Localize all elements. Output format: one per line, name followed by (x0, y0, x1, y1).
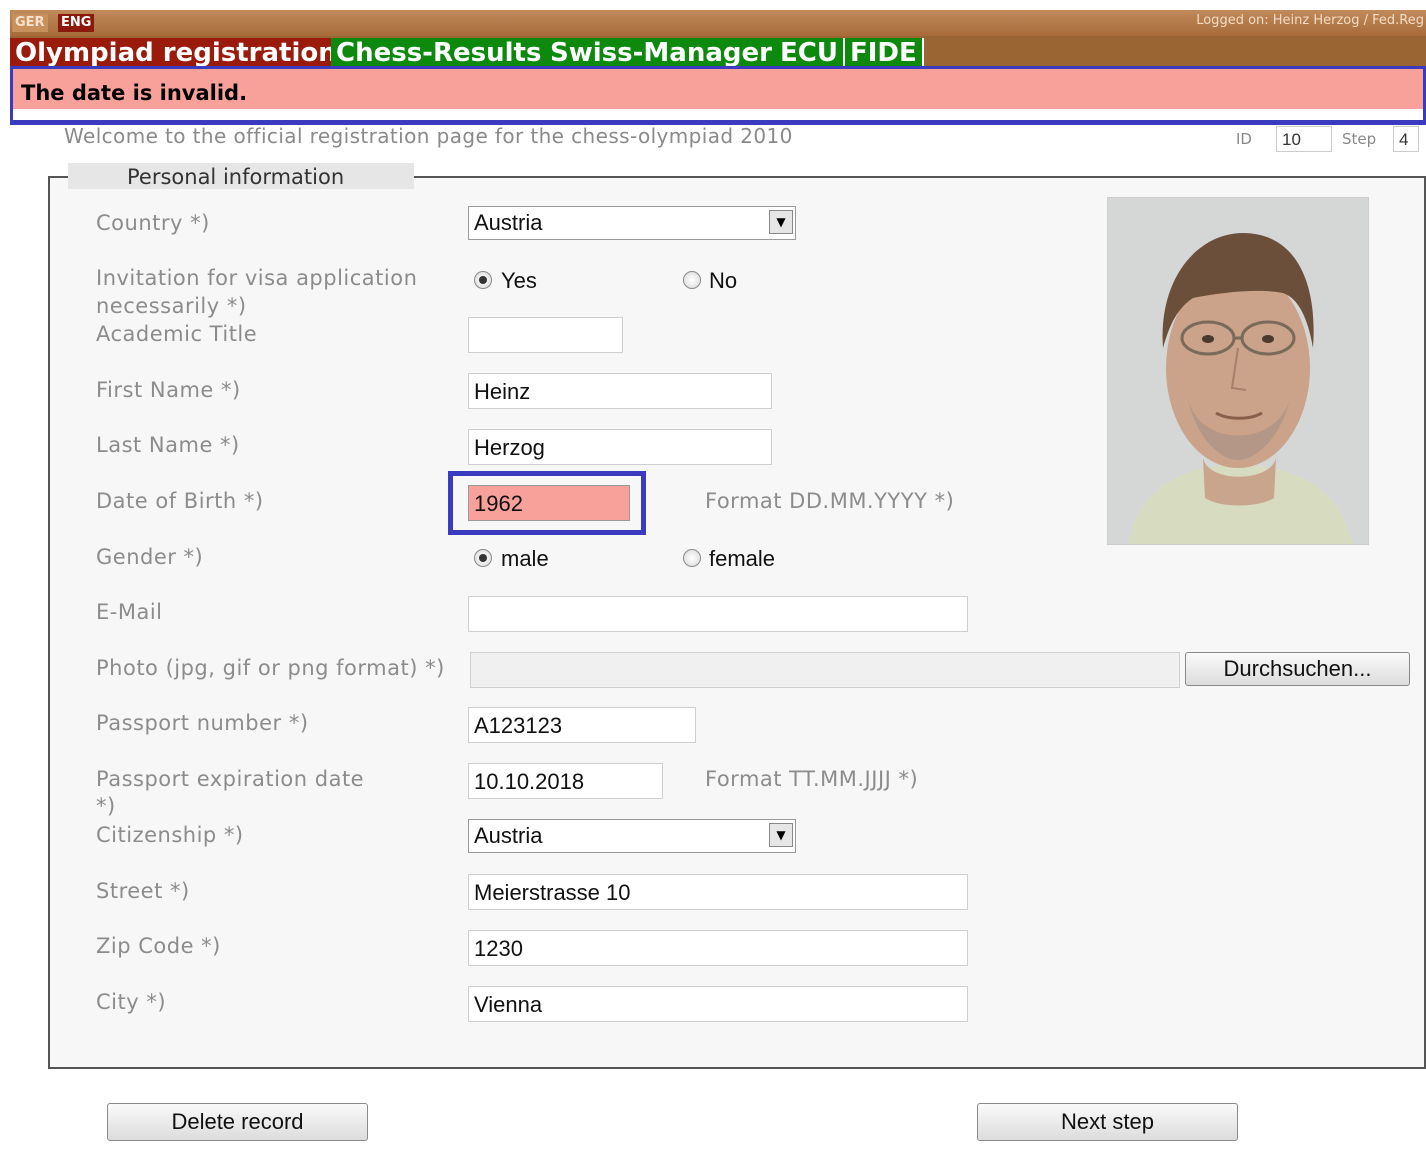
gender-male-radio[interactable] (474, 549, 492, 567)
nav-olympiad-registration[interactable]: Olympiad registration (10, 38, 344, 68)
first-name-input[interactable]: Heinz (468, 373, 772, 409)
lang-ger-link[interactable]: GER (12, 14, 48, 32)
dob-input[interactable]: 1962 (468, 485, 630, 521)
first-name-label: First Name *) (96, 378, 241, 402)
visa-label: Invitation for visa application (96, 266, 418, 290)
delete-record-button[interactable]: Delete record (107, 1103, 368, 1141)
visa-no-label: No (709, 268, 738, 293)
gender-female-radio[interactable] (683, 549, 701, 567)
academic-title-input[interactable] (468, 317, 623, 353)
country-value: Austria (474, 210, 543, 235)
citizenship-value: Austria (474, 823, 543, 848)
lang-eng-link[interactable]: ENG (58, 14, 95, 32)
dob-format-hint: Format DD.MM.YYYY *) (705, 489, 955, 513)
visa-yes-label: Yes (501, 268, 537, 293)
section-title: Personal information (68, 163, 414, 189)
user-photo (1107, 197, 1369, 545)
id-field: 10 (1276, 126, 1332, 152)
email-input[interactable] (468, 596, 968, 632)
email-label: E-Mail (96, 600, 163, 624)
zip-label: Zip Code *) (96, 934, 221, 958)
passport-exp-format-hint: Format TT.MM.JJJJ *) (705, 767, 919, 791)
dob-label: Date of Birth *) (96, 489, 264, 513)
academic-title-label: Academic Title (96, 322, 258, 346)
step-label: Step (1342, 130, 1377, 148)
gender-female-label: female (709, 546, 776, 571)
street-input[interactable]: Meierstrasse 10 (468, 874, 968, 910)
passport-number-input[interactable]: A123123 (468, 707, 696, 743)
passport-exp-input[interactable]: 10.10.2018 (468, 763, 663, 799)
last-name-input[interactable]: Herzog (468, 429, 772, 465)
zip-input[interactable]: 1230 (468, 930, 968, 966)
last-name-label: Last Name *) (96, 433, 240, 457)
city-input[interactable]: Vienna (468, 986, 968, 1022)
visa-no-radio[interactable] (683, 271, 701, 289)
gender-label: Gender *) (96, 545, 204, 569)
nav-swiss-manager[interactable]: Swiss-Manager (545, 38, 779, 68)
logged-on-text: Logged on: Heinz Herzog / Fed.Reg (1196, 13, 1424, 28)
city-label: City *) (96, 990, 167, 1014)
chevron-down-icon[interactable]: ▼ (769, 823, 793, 847)
passport-exp-label-2: *) (96, 794, 116, 818)
error-highlight-frame (10, 66, 1426, 125)
browse-button[interactable]: Durchsuchen... (1185, 652, 1410, 686)
id-label: ID (1236, 130, 1252, 148)
step-field: 4 (1393, 126, 1419, 152)
nav-fide[interactable]: FIDE (845, 38, 924, 68)
citizenship-select[interactable]: Austria ▼ (468, 819, 796, 853)
visa-label-2: necessarily *) (96, 294, 247, 318)
country-label: Country *) (96, 211, 210, 235)
street-label: Street *) (96, 879, 190, 903)
visa-yes-radio[interactable] (474, 271, 492, 289)
citizenship-label: Citizenship *) (96, 823, 244, 847)
photo-label: Photo (jpg, gif or png format) *) (96, 656, 445, 680)
nav-ecu[interactable]: ECU (775, 38, 845, 68)
photo-path-input[interactable] (470, 652, 1180, 688)
next-step-button[interactable]: Next step (977, 1103, 1238, 1141)
nav-chess-results[interactable]: Chess-Results (331, 38, 549, 68)
country-select[interactable]: Austria ▼ (468, 206, 796, 240)
welcome-text: Welcome to the official registration pag… (64, 124, 793, 148)
passport-exp-label: Passport expiration date (96, 767, 365, 791)
passport-number-label: Passport number *) (96, 711, 309, 735)
chevron-down-icon[interactable]: ▼ (769, 210, 793, 234)
gender-male-label: male (501, 546, 549, 571)
